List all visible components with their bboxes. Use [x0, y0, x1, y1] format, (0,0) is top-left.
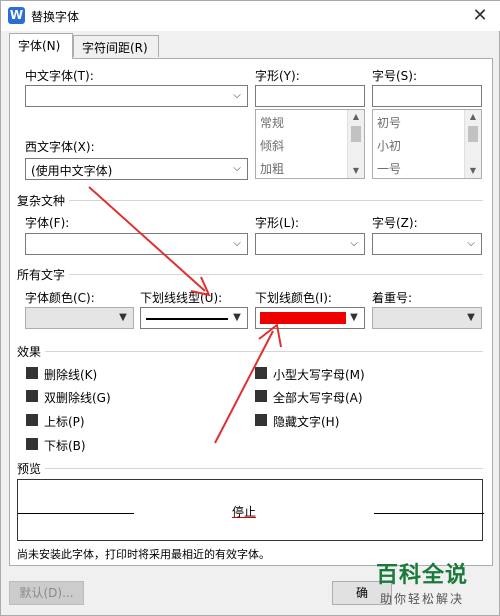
dropdown-arrow-icon: ▼ [233, 312, 241, 323]
complex-style-combo[interactable]: ⌵ [255, 233, 365, 255]
preview-header: 预览 [17, 462, 42, 476]
scroll-up-icon[interactable]: ▲ [465, 110, 481, 124]
checkbox-box[interactable] [255, 414, 267, 426]
preview-sample-text: 停止 [232, 505, 257, 519]
effects-header: 效果 [17, 345, 42, 359]
scroll-thumb[interactable] [351, 126, 361, 142]
watermark-title: 百科全说 [376, 563, 469, 588]
underline-color-label: 下划线颜色(I): [255, 291, 332, 305]
divider [69, 200, 483, 201]
dropdown-arrow-icon: ▼ [119, 312, 127, 323]
superscript-checkbox[interactable]: 上标(P) [26, 413, 85, 430]
subscript-checkbox[interactable]: 下标(B) [26, 437, 86, 454]
preview-box: 停止 [17, 479, 484, 541]
size-input[interactable] [372, 85, 482, 107]
hidden-text-checkbox[interactable]: 隐藏文字(H) [255, 413, 339, 430]
list-item[interactable]: 初号 [377, 114, 401, 131]
font-dialog: W 替换字体 ✕ 字体(N) 字符间距(R) 中文字体(T): ⌵ 字形(Y):… [0, 0, 500, 616]
preview-baseline-right [374, 513, 484, 514]
size-label: 字号(S): [372, 69, 418, 83]
complex-size-combo[interactable]: ⌵ [372, 233, 482, 255]
western-font-label: 西文字体(X): [25, 140, 95, 154]
small-caps-checkbox[interactable]: 小型大写字母(M) [255, 366, 365, 383]
underline-color-swatch [260, 312, 346, 324]
title-bar: W 替换字体 ✕ [1, 1, 500, 31]
checkbox-box[interactable] [255, 390, 267, 402]
complex-font-label: 字体(F): [25, 216, 70, 230]
scroll-down-icon[interactable]: ▼ [348, 164, 364, 178]
western-font-combo[interactable]: (使用中文字体) ⌵ [25, 158, 248, 180]
checkbox-box[interactable] [26, 438, 38, 450]
font-color-label: 字体颜色(C): [25, 291, 95, 305]
dropdown-arrow-icon: ▼ [467, 312, 475, 323]
underline-type-label: 下划线线型(U): [140, 291, 223, 305]
scroll-down-icon[interactable]: ▼ [465, 164, 481, 178]
default-button[interactable]: 默认(D)... [9, 581, 84, 605]
complex-font-combo[interactable]: ⌵ [25, 233, 248, 255]
checkbox-label: 上标(P) [44, 415, 85, 429]
checkbox-label: 删除线(K) [44, 368, 98, 382]
all-text-header: 所有文字 [17, 268, 66, 282]
baike-watermark: 百科全说 助你轻松解决 [376, 557, 500, 616]
font-color-combo[interactable]: ▼ [25, 307, 134, 329]
checkbox-box[interactable] [26, 414, 38, 426]
complex-style-label: 字形(L): [255, 216, 300, 230]
chevron-down-icon: ⌵ [467, 238, 475, 249]
underline-style-line [146, 318, 228, 320]
underline-type-combo[interactable]: ▼ [140, 307, 248, 329]
size-scrollbar[interactable]: ▲ ▼ [464, 110, 481, 178]
divider [45, 351, 483, 352]
style-label: 字形(Y): [255, 69, 300, 83]
tab-font[interactable]: 字体(N) [9, 33, 73, 59]
style-input[interactable] [255, 85, 365, 107]
emphasis-combo[interactable]: ▼ [372, 307, 482, 329]
complex-script-header: 复杂文种 [17, 194, 66, 208]
chevron-down-icon: ⌵ [233, 163, 241, 174]
emphasis-label: 着重号: [372, 291, 413, 305]
watermark-subtitle: 助你轻松解决 [380, 592, 465, 606]
chevron-down-icon: ⌵ [233, 90, 241, 101]
western-font-value: (使用中文字体) [31, 164, 113, 178]
strikethrough-checkbox[interactable]: 删除线(K) [26, 366, 97, 383]
preview-baseline-left [18, 513, 134, 514]
underline-color-combo[interactable]: ▼ [255, 307, 365, 329]
wps-app-icon: W [8, 7, 25, 24]
close-icon[interactable]: ✕ [469, 5, 491, 27]
window-title: 替换字体 [31, 10, 80, 24]
chevron-down-icon: ⌵ [350, 238, 358, 249]
checkbox-box[interactable] [26, 390, 38, 402]
checkbox-label: 双删除线(G) [44, 391, 111, 405]
chinese-font-combo[interactable]: ⌵ [25, 85, 248, 107]
complex-size-label: 字号(Z): [372, 216, 418, 230]
list-item[interactable]: 倾斜 [260, 137, 284, 154]
checkbox-label: 全部大写字母(A) [273, 391, 363, 405]
tab-character-spacing[interactable]: 字符间距(R) [73, 35, 159, 57]
list-item[interactable]: 常规 [260, 114, 284, 131]
checkbox-label: 隐藏文字(H) [273, 415, 340, 429]
divider [69, 274, 483, 275]
style-list[interactable]: 常规 倾斜 加粗 ▲ ▼ [255, 109, 365, 179]
checkbox-box[interactable] [26, 367, 38, 379]
scroll-up-icon[interactable]: ▲ [348, 110, 364, 124]
chinese-font-label: 中文字体(T): [25, 69, 94, 83]
checkbox-label: 小型大写字母(M) [273, 368, 365, 382]
divider [45, 468, 483, 469]
checkbox-box[interactable] [255, 367, 267, 379]
font-missing-note: 尚未安装此字体，打印时将采用最相近的有效字体。 [17, 548, 270, 561]
chevron-down-icon: ⌵ [233, 238, 241, 249]
style-scrollbar[interactable]: ▲ ▼ [347, 110, 364, 178]
all-caps-checkbox[interactable]: 全部大写字母(A) [255, 389, 363, 406]
list-item[interactable]: 小初 [377, 137, 401, 154]
list-item[interactable]: 加粗 [260, 160, 284, 177]
dropdown-arrow-icon: ▼ [350, 312, 358, 323]
double-strikethrough-checkbox[interactable]: 双删除线(G) [26, 389, 111, 406]
size-list[interactable]: 初号 小初 一号 ▲ ▼ [372, 109, 482, 179]
checkbox-label: 下标(B) [44, 439, 86, 453]
list-item[interactable]: 一号 [377, 160, 401, 177]
scroll-thumb[interactable] [468, 126, 478, 142]
